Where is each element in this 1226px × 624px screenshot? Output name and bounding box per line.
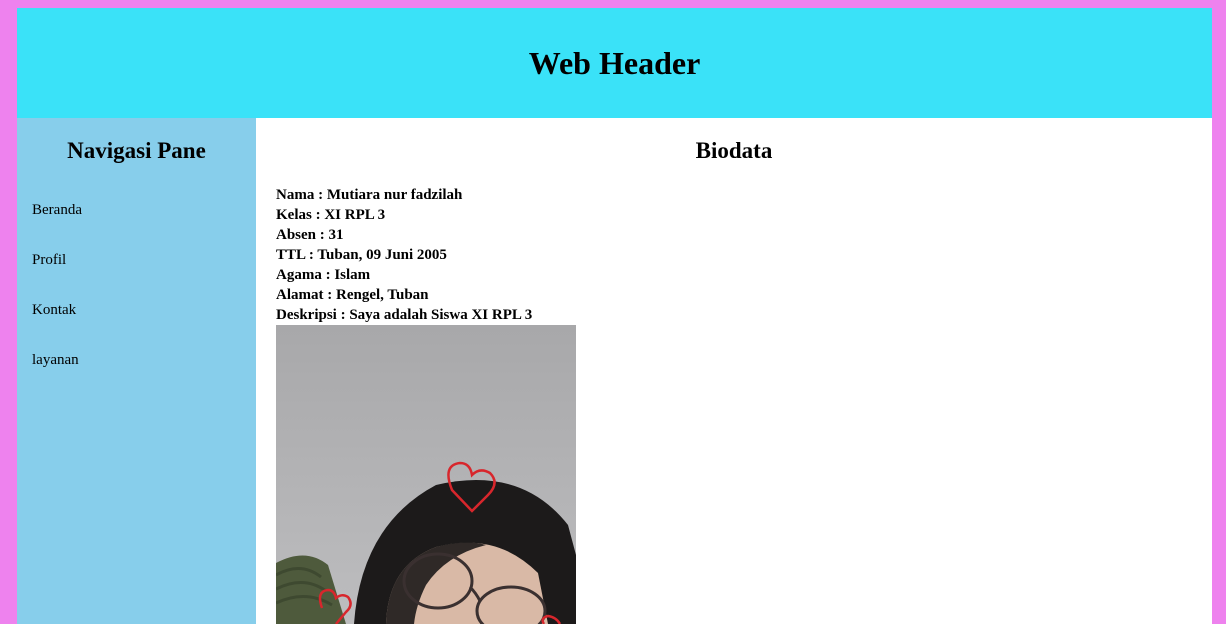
nav-link-profil[interactable]: Profil [32, 250, 82, 300]
nav-link-layanan[interactable]: layanan [32, 350, 82, 400]
profile-photo [276, 325, 576, 624]
bio-absen: Absen : 31 [276, 227, 344, 243]
bio-alamat: Alamat : Rengel, Tuban [276, 287, 429, 303]
sidebar-title: Navigasi Pane [67, 138, 206, 163]
bio-ttl: TTL : Tuban, 09 Juni 2005 [276, 247, 447, 263]
bio-deskripsi: Deskripsi : Saya adalah Siswa XI RPL 3 [276, 307, 533, 323]
content-title: Biodata [695, 138, 773, 163]
profile-photo-illustration [276, 325, 576, 624]
main-content: Biodata Nama : Mutiara nur fadzilah Kela… [256, 118, 1212, 624]
nav-link-beranda[interactable]: Beranda [32, 200, 82, 250]
bio-kelas: Kelas : XI RPL 3 [276, 207, 386, 223]
header-title: Web Header [528, 44, 701, 81]
page-header: Web Header [17, 8, 1212, 118]
nav-link-kontak[interactable]: Kontak [32, 300, 82, 350]
nav-menu: Beranda Profil Kontak layanan [32, 200, 82, 400]
bio-nama: Nama : Mutiara nur fadzilah [276, 187, 463, 203]
navigation-pane: Navigasi Pane Beranda Profil Kontak laya… [17, 118, 256, 624]
bio-agama: Agama : Islam [276, 267, 371, 283]
biodata-list: Nama : Mutiara nur fadzilah Kelas : XI R… [276, 185, 532, 325]
